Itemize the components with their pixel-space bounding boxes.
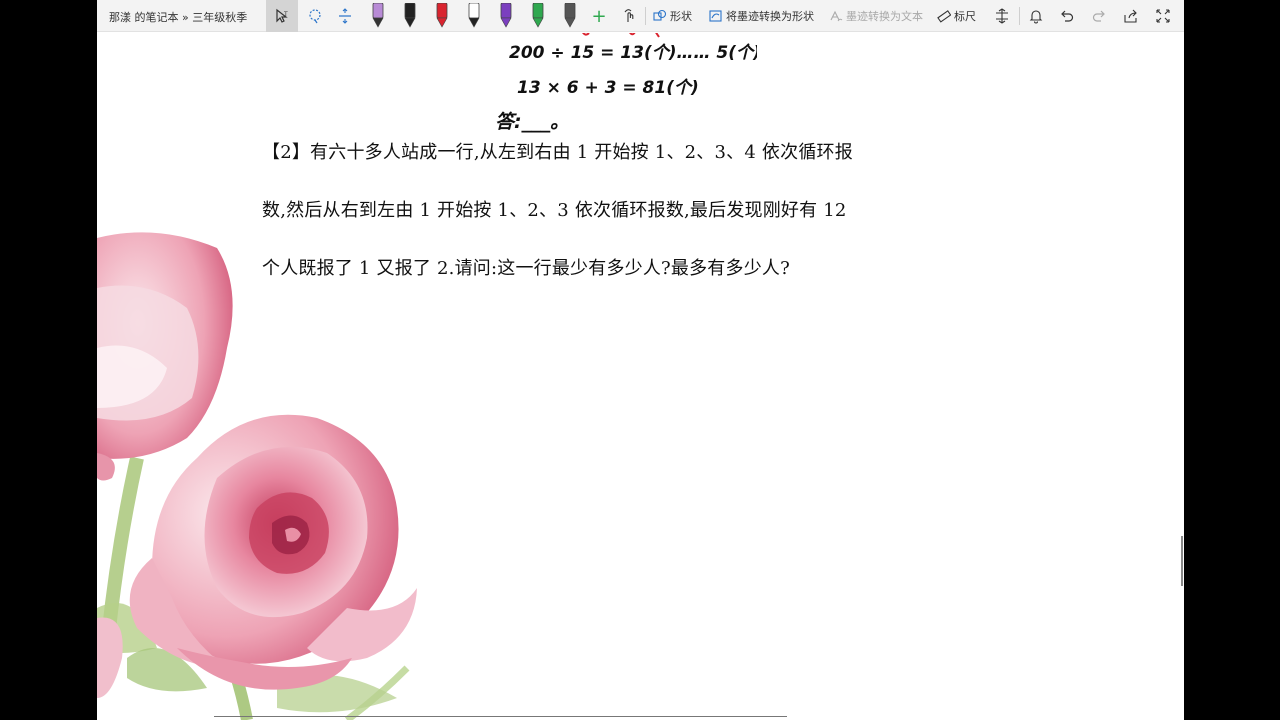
shapes-label: 形状 [670, 10, 692, 23]
handwriting-line-2: 13 × 6 + 3 = 81(个) [517, 78, 699, 98]
pen-6[interactable] [525, 0, 551, 32]
ink-to-text-icon [830, 10, 843, 22]
handwriting-line-3: 答:___。 [495, 111, 569, 133]
shapes-icon [653, 9, 667, 21]
svg-text:T: T [283, 11, 288, 18]
ink-to-shape-label: 将墨迹转换为形状 [726, 10, 814, 23]
pen-5[interactable] [493, 0, 519, 32]
problem-line-2: 数,然后从右到左由 1 开始按 1、2、3 依次循环报数,最后发现刚好有 12 [262, 200, 847, 221]
problem-line-3: 个人既报了 1 又报了 2.请问:这一行最少有多少人?最多有多少人? [262, 258, 790, 279]
pen-1[interactable] [365, 0, 391, 32]
pen-7[interactable] [557, 0, 583, 32]
onenote-window: 那漾 的笔记本 » 三年级秋季 T + 形状 将墨迹转换为形状 墨迹转换为文本 [97, 0, 1184, 720]
ink-to-shape-button[interactable]: 将墨迹转换为形状 [709, 8, 814, 24]
ruler-button[interactable]: 标尺 [937, 8, 976, 24]
add-pen-icon[interactable]: + [589, 0, 609, 32]
page-divider [214, 716, 787, 717]
ruler-icon [937, 10, 951, 23]
note-page[interactable]: 200 ÷ 15 = 13(个)…… 5(个) 13 × 6 + 3 = 81(… [97, 33, 1184, 720]
pen-icon [532, 3, 544, 28]
breadcrumb[interactable]: 那漾 的笔记本 » 三年级秋季 [109, 9, 247, 25]
ruler-label: 标尺 [954, 10, 976, 23]
pen-3[interactable] [429, 0, 455, 32]
pen-2[interactable] [397, 0, 423, 32]
ink-align-icon[interactable] [991, 0, 1013, 32]
pen-icon [436, 3, 448, 28]
bell-icon[interactable] [1025, 0, 1047, 32]
pen-4[interactable] [461, 0, 487, 32]
lasso-select-icon[interactable]: T [266, 0, 298, 32]
pen-icon [372, 3, 384, 28]
problem-text: 【2】有六十多人站成一行,从左到右由 1 开始按 1、2、3、4 依次循环报 数… [262, 140, 882, 314]
undo-icon[interactable] [1056, 0, 1078, 32]
add-pen-label: + [591, 5, 607, 27]
shapes-button[interactable]: 形状 [653, 8, 692, 24]
pen-icon [564, 3, 576, 28]
problem-line-1: 【2】有六十多人站成一行,从左到右由 1 开始按 1、2、3、4 依次循环报 [262, 142, 853, 163]
handwriting-ink: 200 ÷ 15 = 13(个)…… 5(个) 13 × 6 + 3 = 81(… [495, 33, 757, 133]
toolbar-divider [645, 7, 646, 25]
pen-icon [404, 3, 416, 28]
handwriting-line-1: 200 ÷ 15 = 13(个)…… 5(个) [509, 43, 757, 63]
toolbar-divider [1019, 7, 1020, 25]
draw-toolbar: 那漾 的笔记本 » 三年级秋季 T + 形状 将墨迹转换为形状 墨迹转换为文本 [97, 0, 1184, 32]
full-page-view-icon[interactable] [1152, 0, 1174, 32]
scroll-indicator[interactable] [1181, 536, 1183, 586]
touch-draw-icon[interactable] [619, 0, 641, 32]
lasso-icon[interactable] [301, 0, 329, 32]
ink-to-shape-icon [709, 10, 722, 22]
ink-to-text-label: 墨迹转换为文本 [846, 10, 923, 23]
ink-to-text-button[interactable]: 墨迹转换为文本 [829, 8, 923, 24]
add-space-icon[interactable] [331, 0, 359, 32]
redo-icon[interactable] [1088, 0, 1110, 32]
pen-icon [500, 3, 512, 28]
pen-icon [468, 3, 480, 28]
share-icon[interactable] [1120, 0, 1142, 32]
